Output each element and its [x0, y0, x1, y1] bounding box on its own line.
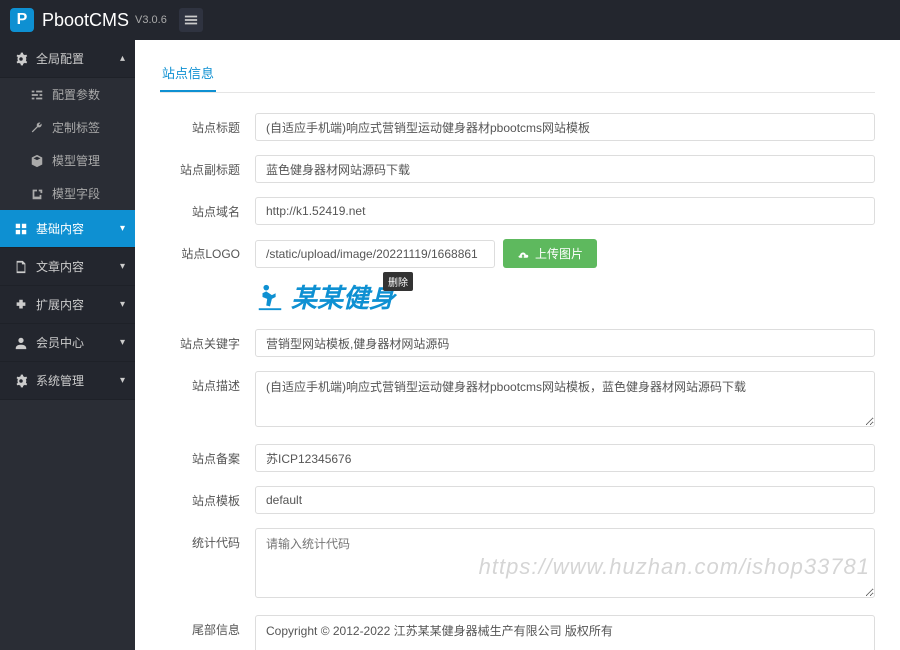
main-content: 站点信息 站点标题 站点副标题 站点域名 站点LOGO 上传图片 — [135, 40, 900, 650]
grid-icon — [14, 222, 28, 236]
label-site-icp: 站点备案 — [160, 444, 255, 467]
tab-bar: 站点信息 — [160, 55, 875, 93]
textarea-stat-code[interactable] — [255, 528, 875, 598]
caret-down-icon: ▾ — [120, 223, 125, 234]
input-site-template[interactable] — [255, 486, 875, 514]
label-site-template: 站点模板 — [160, 486, 255, 509]
sidebar-toggle-button[interactable] — [179, 8, 203, 32]
label-site-logo: 站点LOGO — [160, 239, 255, 262]
nav-sub-custom-tags[interactable]: 定制标签 — [0, 111, 135, 144]
label-site-domain: 站点域名 — [160, 197, 255, 220]
external-icon — [30, 187, 44, 201]
cloud-upload-icon — [517, 248, 529, 260]
menu-icon — [184, 13, 198, 27]
label-stat-code: 统计代码 — [160, 528, 255, 551]
label-site-subtitle: 站点副标题 — [160, 155, 255, 178]
nav-group-global-config[interactable]: 全局配置 ▴ — [0, 40, 135, 78]
textarea-site-description[interactable]: (自适应手机端)响应式营销型运动健身器材pbootcms网站模板，蓝色健身器材网… — [255, 371, 875, 427]
input-site-keywords[interactable] — [255, 329, 875, 357]
gear-icon — [14, 374, 28, 388]
label-site-keywords: 站点关键字 — [160, 329, 255, 352]
nav-label: 文章内容 — [36, 258, 84, 275]
logo-preview-text: 某某健身 — [291, 278, 395, 315]
input-site-subtitle[interactable] — [255, 155, 875, 183]
textarea-footer-info[interactable]: Copyright © 2012-2022 江苏某某健身器械生产有限公司 版权所… — [255, 615, 875, 650]
puzzle-icon — [14, 298, 28, 312]
caret-down-icon: ▾ — [120, 337, 125, 348]
fitness-man-icon — [255, 282, 285, 312]
sidebar: 全局配置 ▴ 配置参数 定制标签 模型管理 模型字段 基础内容 ▾ 文章内容 ▾ — [0, 40, 135, 650]
caret-down-icon: ▾ — [120, 299, 125, 310]
wrench-icon — [30, 121, 44, 135]
nav-sub-label: 定制标签 — [52, 119, 100, 136]
label-site-description: 站点描述 — [160, 371, 255, 394]
upload-btn-label: 上传图片 — [535, 245, 583, 262]
caret-down-icon: ▾ — [120, 375, 125, 386]
caret-down-icon: ▾ — [120, 261, 125, 272]
nav-group-article-content[interactable]: 文章内容 ▾ — [0, 248, 135, 286]
upload-image-button[interactable]: 上传图片 — [503, 239, 597, 268]
nav-label: 会员中心 — [36, 334, 84, 351]
nav-label: 系统管理 — [36, 372, 84, 389]
nav-label: 基础内容 — [36, 220, 84, 237]
delete-logo-tag[interactable]: 删除 — [383, 272, 413, 291]
nav-sub-label: 配置参数 — [52, 86, 100, 103]
version-label: V3.0.6 — [135, 14, 167, 26]
tab-site-info[interactable]: 站点信息 — [160, 55, 216, 92]
nav-group-basic-content[interactable]: 基础内容 ▾ — [0, 210, 135, 248]
nav-sub-config-params[interactable]: 配置参数 — [0, 78, 135, 111]
nav-label: 扩展内容 — [36, 296, 84, 313]
cube-icon — [30, 154, 44, 168]
nav-sub-model-fields[interactable]: 模型字段 — [0, 177, 135, 210]
file-icon — [14, 260, 28, 274]
logo-badge: P — [10, 8, 34, 32]
caret-up-icon: ▴ — [120, 53, 125, 64]
gear-icon — [14, 52, 28, 66]
label-site-title: 站点标题 — [160, 113, 255, 136]
label-footer-info: 尾部信息 — [160, 615, 255, 638]
brand-name: PbootCMS — [42, 10, 129, 31]
input-site-domain[interactable] — [255, 197, 875, 225]
sliders-icon — [30, 88, 44, 102]
user-icon — [14, 336, 28, 350]
nav-label: 全局配置 — [36, 50, 84, 67]
logo-preview[interactable]: 某某健身 删除 — [255, 278, 395, 315]
nav-group-system-manage[interactable]: 系统管理 ▾ — [0, 362, 135, 400]
nav-sub-model-manage[interactable]: 模型管理 — [0, 144, 135, 177]
nav-sub-label: 模型字段 — [52, 185, 100, 202]
input-site-logo-path[interactable] — [255, 240, 495, 268]
nav-group-member-center[interactable]: 会员中心 ▾ — [0, 324, 135, 362]
nav-sub-label: 模型管理 — [52, 152, 100, 169]
input-site-icp[interactable] — [255, 444, 875, 472]
nav-group-ext-content[interactable]: 扩展内容 ▾ — [0, 286, 135, 324]
input-site-title[interactable] — [255, 113, 875, 141]
